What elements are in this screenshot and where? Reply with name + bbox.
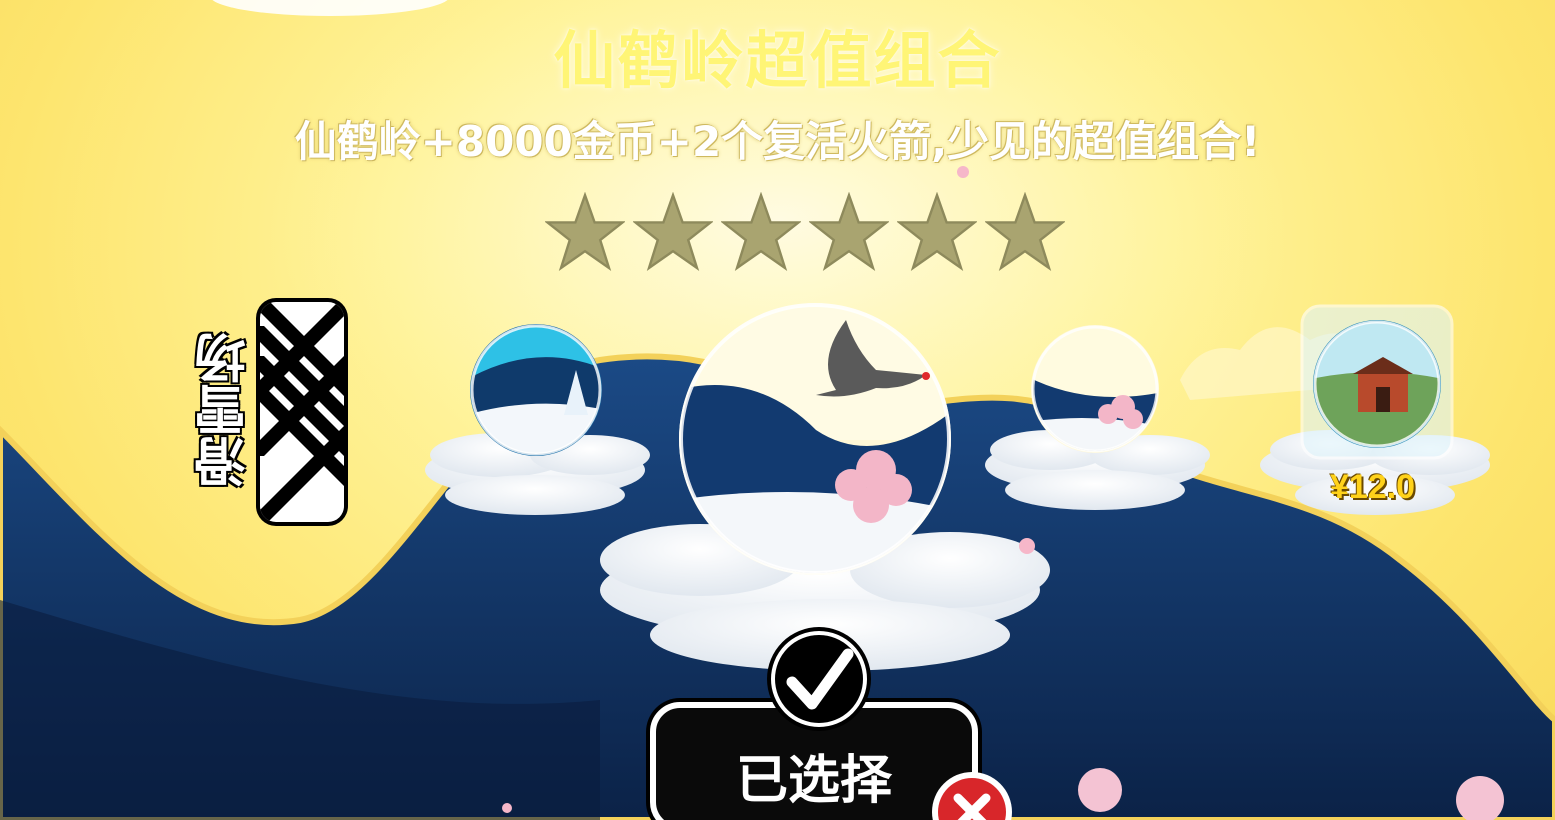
swipe-hint-label: 滑雪场 — [195, 332, 256, 488]
scene-orb-snow-tree[interactable] — [466, 320, 606, 460]
swipe-arrow-button[interactable] — [254, 296, 350, 528]
star-icon — [809, 192, 889, 272]
pack-title: 仙鹤岭超值组合 — [553, 24, 1002, 97]
pack-description: 仙鹤岭+8000金币+2个复活火箭,少见的超值组合! — [294, 117, 1261, 166]
scene-price-label: ¥12.0 — [1330, 468, 1416, 506]
scene-orb-temple-locked[interactable] — [1298, 302, 1456, 462]
scene-orb-crane-ridge[interactable] — [676, 300, 954, 578]
star-icon — [545, 192, 625, 272]
star-icon — [985, 192, 1065, 272]
checkmark-icon[interactable] — [764, 624, 874, 734]
star-icon — [721, 192, 801, 272]
rating-stars — [545, 192, 1065, 274]
game-screen: 仙鹤岭超值组合 仙鹤岭+8000金币+2个复活火箭,少见的超值组合! 滑雪场 ¥… — [0, 0, 1555, 820]
star-icon — [633, 192, 713, 272]
selected-button-label: 已选择 — [735, 751, 892, 811]
close-icon[interactable] — [930, 770, 1014, 820]
star-icon — [897, 192, 977, 272]
scene-orb-blossom[interactable] — [1028, 322, 1163, 457]
